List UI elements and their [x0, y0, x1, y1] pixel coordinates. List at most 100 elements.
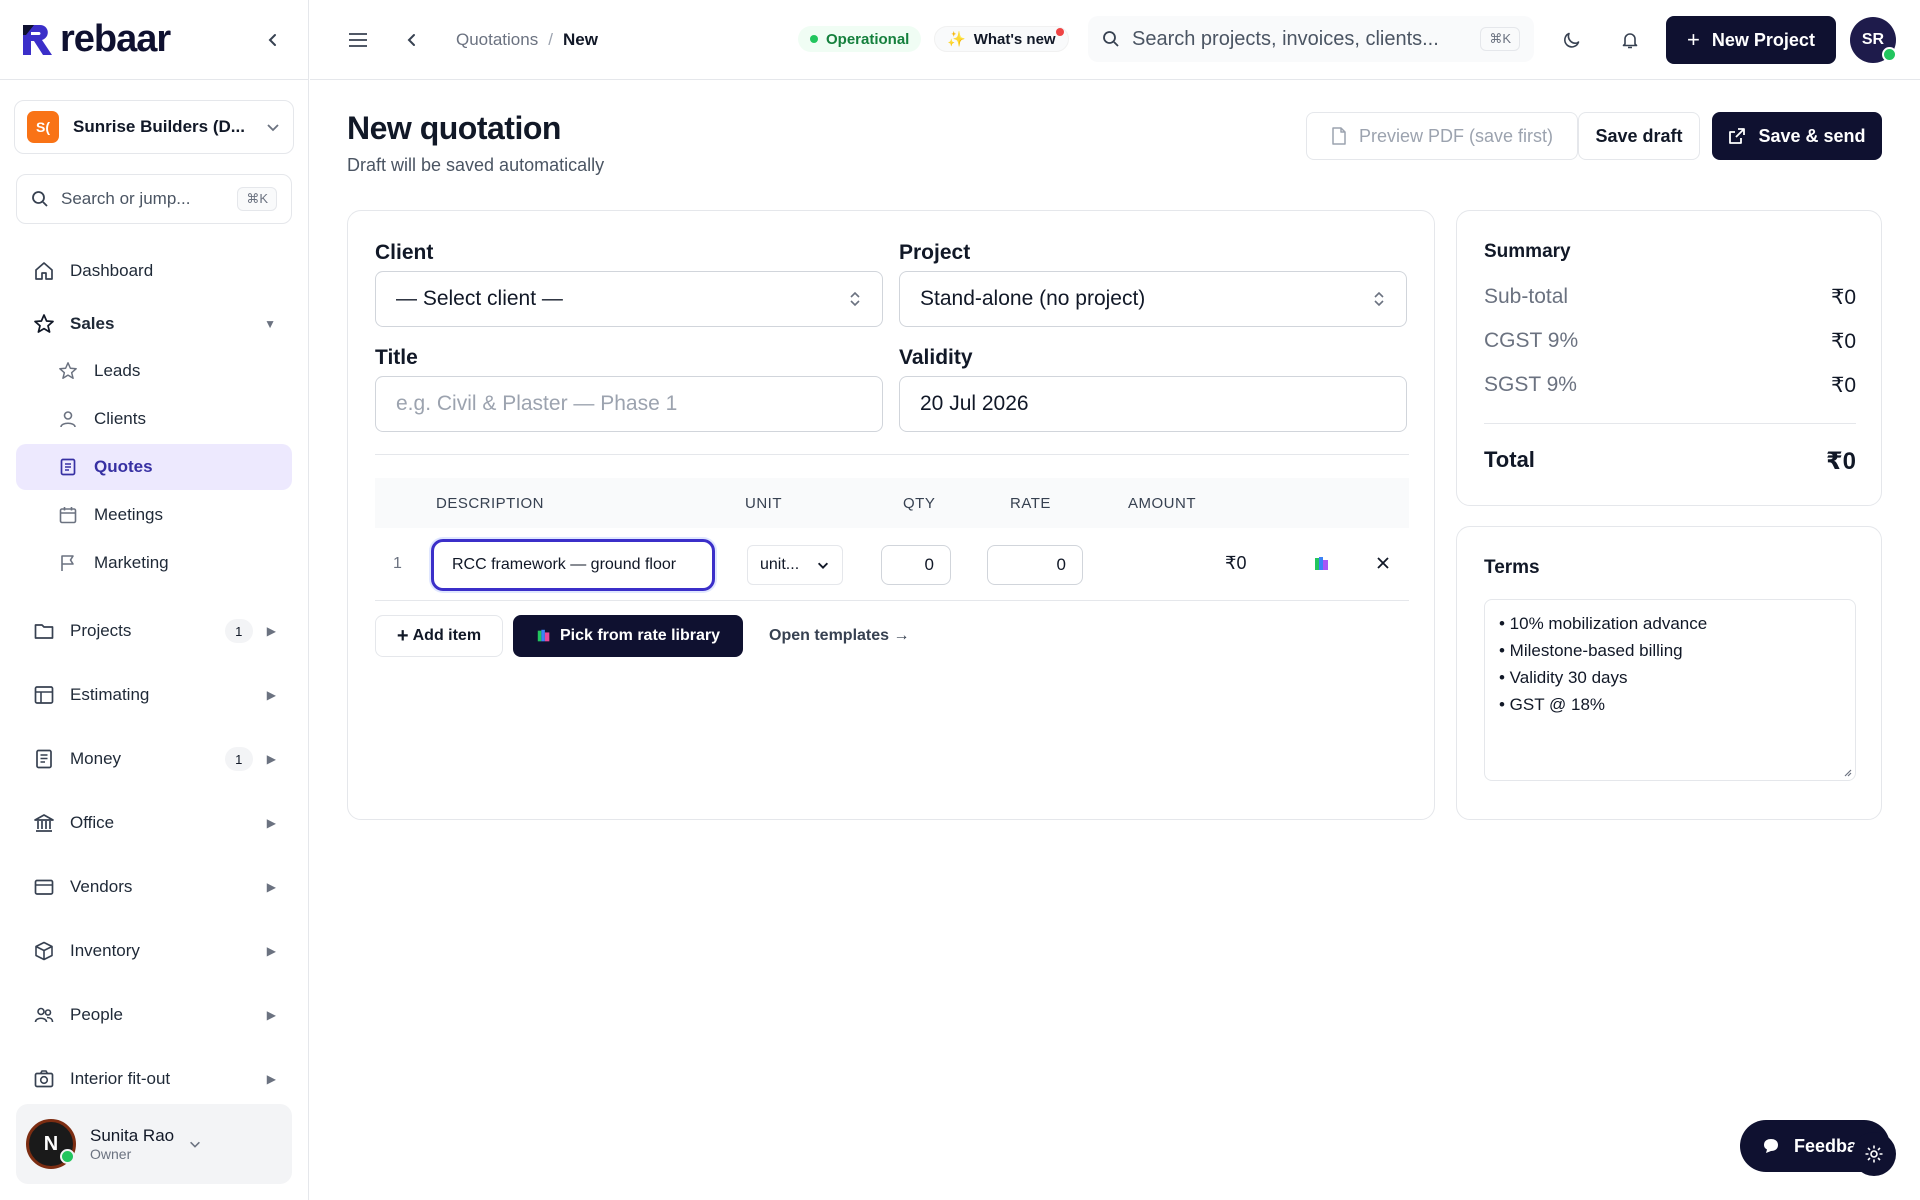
col-amount: AMOUNT [1128, 495, 1196, 512]
settings-bubble-button[interactable] [1852, 1132, 1896, 1176]
whats-new-button[interactable]: ✨ What's new [934, 26, 1069, 52]
terms-textarea[interactable]: • 10% mobilization advance • Milestone-b… [1484, 599, 1856, 781]
caret-down-icon: ▼ [264, 317, 276, 331]
sidebar-item-office[interactable]: Office ▶ [16, 800, 292, 846]
caret-right-icon: ▶ [266, 944, 276, 958]
summary-label: SGST 9% [1484, 373, 1577, 396]
chevron-down-icon [190, 1141, 201, 1148]
caret-right-icon: ▶ [266, 624, 276, 638]
sidebar-item-dashboard[interactable]: Dashboard [16, 248, 292, 294]
page-title: New quotation [347, 110, 561, 146]
gear-icon [1865, 1145, 1883, 1163]
preview-pdf-label: Preview PDF (save first) [1358, 125, 1554, 146]
validity-label: Validity [899, 346, 973, 369]
sidebar-item-vendors[interactable]: Vendors ▶ [16, 864, 292, 910]
user-menu[interactable]: N Sunita Rao Owner [16, 1104, 292, 1184]
qty-input[interactable]: 0 [881, 545, 951, 585]
col-description: DESCRIPTION [436, 495, 545, 512]
add-item-label: Add item [412, 627, 482, 644]
sidebar-item-leads[interactable]: Leads [40, 348, 292, 394]
summary-total: Total ₹0 [1484, 447, 1856, 476]
breadcrumb-separator: / [548, 29, 553, 49]
collapse-sidebar-button[interactable] [258, 25, 288, 55]
status-badge[interactable]: Operational [798, 26, 922, 52]
sidebar-item-inventory[interactable]: Inventory ▶ [16, 928, 292, 974]
receipt-icon [32, 747, 56, 771]
project-select[interactable]: Stand-alone (no project) [899, 271, 1407, 327]
resize-handle-icon[interactable] [1842, 767, 1852, 777]
summary-card: Summary Sub-total ₹0 CGST 9% ₹0 SGST 9% … [1456, 210, 1882, 506]
title-input[interactable]: e.g. Civil & Plaster — Phase 1 [375, 376, 883, 432]
terms-line: • Milestone-based billing [1499, 641, 1683, 660]
terms-line: • GST @ 18% [1499, 695, 1606, 714]
count-badge: 1 [224, 619, 253, 643]
sidebar-item-clients[interactable]: Clients [40, 396, 292, 442]
sidebar-item-label: Projects [70, 621, 132, 640]
back-button[interactable] [394, 22, 430, 58]
sidebar-item-label: Sales [70, 314, 115, 333]
row-index: 1 [393, 555, 402, 572]
hamburger-icon [349, 32, 367, 47]
bell-icon [1622, 33, 1638, 49]
org-switcher[interactable]: S( Sunrise Builders (D... [14, 100, 294, 154]
table-row: 1 RCC framework — ground floor unit... 0… [375, 529, 1409, 601]
sidebar-search[interactable]: Search or jump... ⌘K [16, 174, 292, 224]
quotation-form-card: Client — Select client — Project Stand-a… [347, 210, 1435, 820]
theme-toggle-button[interactable] [1554, 22, 1590, 58]
sidebar-item-interior-fit-out[interactable]: Interior fit-out ▶ [16, 1056, 292, 1102]
calendar-icon [56, 503, 80, 527]
sidebar-item-projects[interactable]: Projects 1 ▶ [16, 608, 292, 654]
rebaar-logo-icon [23, 24, 52, 55]
unit-select[interactable]: unit... [747, 545, 843, 585]
sidebar-item-estimating[interactable]: Estimating ▶ [16, 672, 292, 718]
new-project-button[interactable]: + New Project [1666, 16, 1836, 64]
terms-line: • Validity 30 days [1499, 668, 1628, 687]
feedback-label: Feedba [1794, 1135, 1858, 1156]
summary-value: ₹0 [1830, 286, 1856, 309]
breadcrumb-quotations[interactable]: Quotations [456, 30, 538, 50]
sidebar-item-label: Office [70, 813, 115, 832]
add-item-button[interactable]: + Add item [375, 615, 503, 657]
client-select[interactable]: — Select client — [375, 271, 883, 327]
books-icon[interactable] [1313, 555, 1331, 573]
save-and-send-button[interactable]: Save & send [1712, 112, 1882, 160]
sidebar-item-quotes[interactable]: Quotes [16, 444, 292, 490]
save-and-send-label: Save & send [1758, 125, 1866, 146]
notifications-button[interactable] [1612, 22, 1648, 58]
search-icon [32, 191, 48, 207]
sidebar-item-meetings[interactable]: Meetings [40, 492, 292, 538]
sidebar-item-label: Leads [94, 361, 141, 380]
open-templates-link[interactable]: Open templates → [769, 627, 909, 645]
user-role: Owner [90, 1146, 132, 1162]
status-dot-icon [810, 35, 818, 43]
description-input[interactable]: RCC framework — ground floor [431, 539, 715, 591]
pick-rate-library-button[interactable]: Pick from rate library [513, 615, 743, 657]
sidebar-item-label: Quotes [94, 457, 153, 476]
sidebar-item-sales[interactable]: Sales ▼ [16, 301, 292, 347]
global-search-input[interactable]: Search projects, invoices, clients... ⌘K [1088, 16, 1534, 62]
sidebar-item-marketing[interactable]: Marketing [40, 540, 292, 586]
topbar: Quotations / New Operational ✨ What's ne… [310, 0, 1920, 80]
external-link-icon [1729, 128, 1746, 144]
col-unit: UNIT [745, 495, 782, 512]
sidebar-item-people[interactable]: People ▶ [16, 992, 292, 1038]
page-subtitle: Draft will be saved automatically [347, 155, 605, 175]
preview-pdf-button[interactable]: Preview PDF (save first) [1306, 112, 1578, 160]
menu-button[interactable] [340, 22, 376, 58]
validity-date-input[interactable]: 20 Jul 2026 [899, 376, 1407, 432]
breadcrumb: Quotations / New [456, 30, 598, 50]
sidebar-item-money[interactable]: Money 1 ▶ [16, 736, 292, 782]
close-icon[interactable] [1375, 555, 1391, 571]
summary-value: ₹0 [1830, 374, 1856, 397]
title-label: Title [375, 346, 418, 369]
folder-icon [32, 619, 56, 643]
brand-name: rebaar [60, 18, 171, 60]
caret-right-icon: ▶ [266, 880, 276, 894]
logo-row: rebaar [0, 0, 308, 80]
save-draft-button[interactable]: Save draft [1578, 112, 1700, 160]
sidebar: rebaar S( Sunrise Builders (D... Search … [0, 0, 309, 1200]
account-avatar[interactable]: SR [1850, 17, 1897, 63]
rate-input[interactable]: 0 [987, 545, 1083, 585]
summary-value: ₹0 [1830, 330, 1856, 353]
section-divider [375, 454, 1409, 455]
